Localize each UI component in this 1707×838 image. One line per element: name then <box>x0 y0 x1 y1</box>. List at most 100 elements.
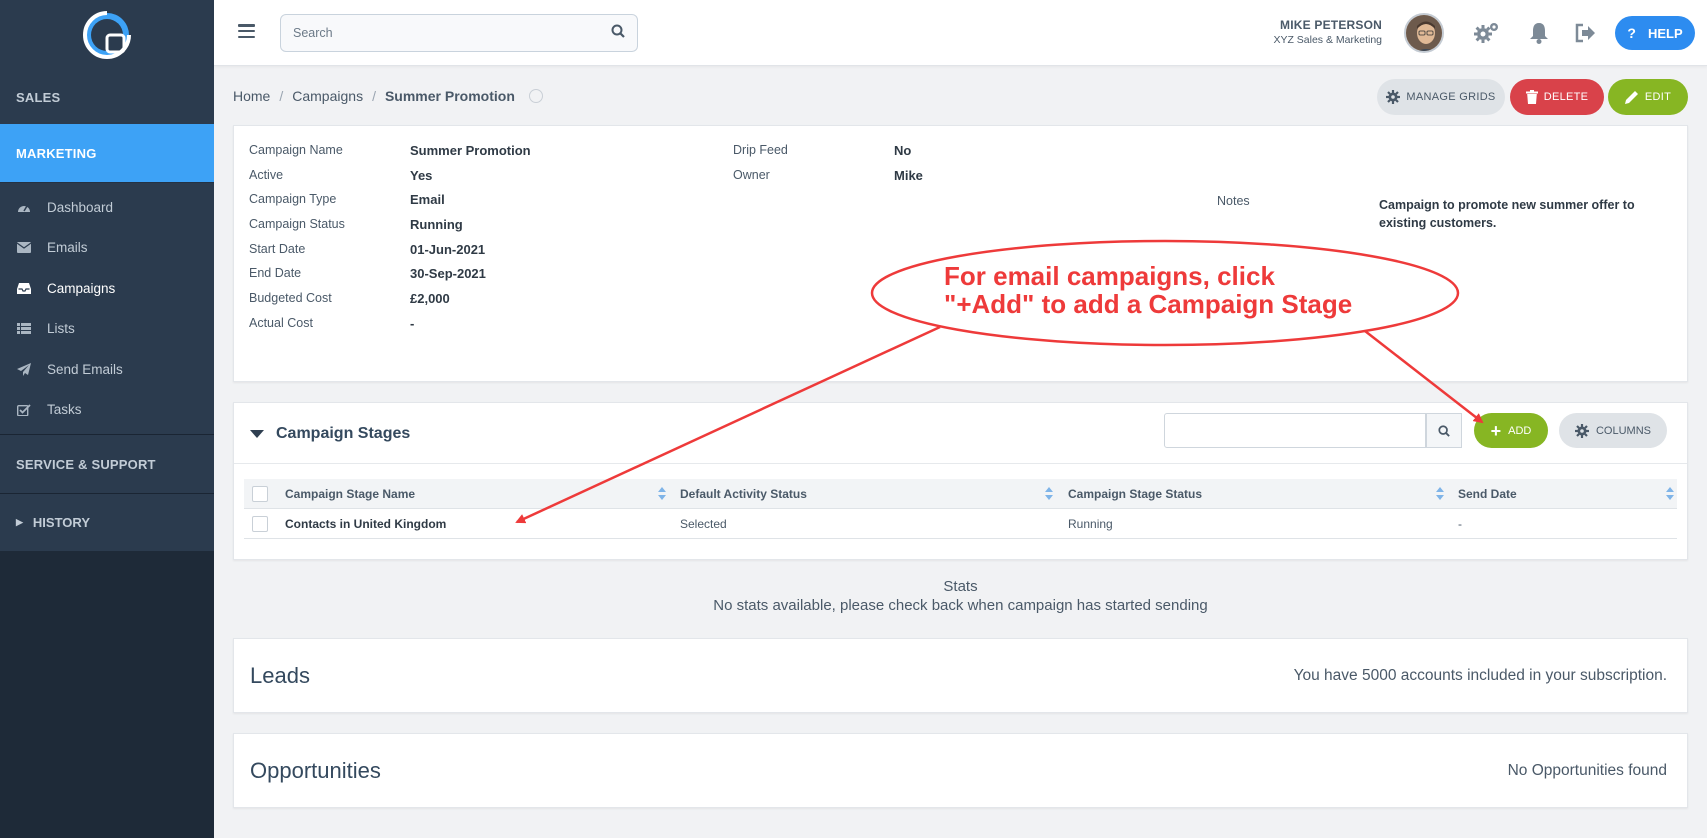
field-actual-value: - <box>410 316 415 331</box>
pencil-icon <box>1624 91 1638 104</box>
help-button[interactable]: ? HELP <box>1615 16 1695 50</box>
breadcrumb-home[interactable]: Home <box>233 88 270 104</box>
field-type-value: Email <box>410 192 445 207</box>
breadcrumb: Home / Campaigns / Summer Promotion <box>233 88 543 104</box>
plus-icon: + <box>1490 420 1502 441</box>
select-all-checkbox[interactable] <box>252 486 268 502</box>
field-active-label: Active <box>249 168 284 182</box>
sidebar-item-dashboard[interactable]: Dashboard <box>0 187 214 228</box>
logo-icon <box>83 11 131 59</box>
sidebar-item-label: Dashboard <box>47 199 114 215</box>
logo[interactable] <box>0 0 214 70</box>
field-drip-label: Drip Feed <box>733 143 788 157</box>
add-stage-button[interactable]: + ADD <box>1474 413 1548 448</box>
list-icon <box>16 322 32 336</box>
search-input[interactable] <box>293 26 611 40</box>
global-search <box>280 14 638 52</box>
leads-title: Leads <box>250 663 310 688</box>
trash-icon <box>1525 90 1538 104</box>
sidebar-item-campaigns[interactable]: Campaigns <box>0 268 214 309</box>
field-actual-label: Actual Cost <box>249 316 313 330</box>
field-notes-label: Notes <box>1217 194 1250 208</box>
manage-grids-label: MANAGE GRIDS <box>1406 91 1496 103</box>
field-end-value: 30-Sep-2021 <box>410 266 486 281</box>
column-header-default-activity[interactable]: Default Activity Status <box>680 487 807 501</box>
field-start-label: Start Date <box>249 242 306 256</box>
field-campaign-name-label: Campaign Name <box>249 143 343 157</box>
stage-name-cell[interactable]: Contacts in United Kingdom <box>285 517 446 531</box>
sidebar-section-marketing[interactable]: MARKETING <box>0 124 214 182</box>
envelope-icon <box>16 241 32 255</box>
sidebar-section-service[interactable]: SERVICE & SUPPORT <box>0 435 214 493</box>
campaign-stages-panel: Campaign Stages + ADD COLUMNS Campaign S… <box>233 402 1688 560</box>
sort-icon[interactable] <box>658 487 666 501</box>
leads-message: You have 5000 accounts included in your … <box>1293 667 1667 684</box>
stage-status-cell: Running <box>1068 517 1113 531</box>
sidebar-item-tasks[interactable]: Tasks <box>0 390 214 431</box>
stages-grid-header: Campaign Stage Name Default Activity Sta… <box>244 479 1677 509</box>
field-end-label: End Date <box>249 266 302 280</box>
leads-panel: Leads You have 5000 accounts included in… <box>233 638 1688 713</box>
sidebar-item-label: Campaigns <box>47 280 116 296</box>
inbox-icon <box>16 281 32 295</box>
user-info[interactable]: MIKE PETERSON XYZ Sales & Marketing <box>1273 18 1382 46</box>
sidebar-item-label: Lists <box>47 321 75 337</box>
field-owner-label: Owner <box>733 168 770 182</box>
history-clock-icon[interactable] <box>528 89 543 103</box>
columns-label: COLUMNS <box>1595 424 1651 437</box>
field-drip-value: No <box>894 143 912 158</box>
notifications-bell-icon[interactable] <box>1526 20 1552 46</box>
field-owner-value: Mike <box>894 168 923 183</box>
default-activity-cell: Selected <box>680 517 727 531</box>
column-header-stage-name[interactable]: Campaign Stage Name <box>285 487 415 501</box>
annotation-line-2: "+Add" to add a Campaign Stage <box>944 289 1353 319</box>
opportunities-panel: Opportunities No Opportunities found <box>233 733 1688 808</box>
search-icon[interactable] <box>611 24 625 43</box>
manage-grids-button[interactable]: MANAGE GRIDS <box>1377 79 1505 115</box>
field-budget-label: Budgeted Cost <box>249 291 332 305</box>
sort-icon[interactable] <box>1666 487 1674 501</box>
opportunities-title: Opportunities <box>250 758 381 783</box>
gear-icon <box>1574 423 1589 438</box>
settings-gears-icon[interactable] <box>1474 20 1500 46</box>
sort-icon[interactable] <box>1045 487 1053 501</box>
sort-icon[interactable] <box>1436 487 1444 501</box>
column-header-stage-status[interactable]: Campaign Stage Status <box>1068 487 1202 501</box>
columns-button[interactable]: COLUMNS <box>1559 413 1667 448</box>
send-date-cell: - <box>1458 517 1462 531</box>
field-campaign-name-value: Summer Promotion <box>410 143 531 158</box>
table-row[interactable]: Contacts in United Kingdom Selected Runn… <box>244 509 1677 539</box>
hamburger-menu-icon[interactable] <box>238 24 255 39</box>
avatar[interactable] <box>1404 13 1444 53</box>
sidebar-section-history[interactable]: ▶ HISTORY <box>0 493 214 551</box>
sidebar-section-sales[interactable]: SALES <box>0 70 214 124</box>
annotation-text: For email campaigns, click "+Add" to add… <box>944 262 1352 318</box>
caret-right-icon: ▶ <box>16 517 23 527</box>
marketing-subnav: Dashboard Emails Campaigns Lists Send Em… <box>0 182 214 434</box>
stats-title: Stats <box>943 578 978 595</box>
user-org: XYZ Sales & Marketing <box>1273 34 1382 46</box>
stages-search-button[interactable] <box>1426 413 1462 448</box>
search-icon <box>1438 424 1450 437</box>
field-status-label: Campaign Status <box>249 217 345 231</box>
column-header-send-date[interactable]: Send Date <box>1458 487 1517 501</box>
sign-out-icon[interactable] <box>1572 20 1598 46</box>
sidebar-item-label: Emails <box>47 240 88 256</box>
campaign-stages-title: Campaign Stages <box>276 425 411 442</box>
user-name: MIKE PETERSON <box>1280 18 1382 32</box>
delete-button[interactable]: DELETE <box>1510 79 1604 115</box>
breadcrumb-campaigns[interactable]: Campaigns <box>292 88 363 104</box>
row-checkbox[interactable] <box>252 516 268 532</box>
sidebar-item-emails[interactable]: Emails <box>0 228 214 269</box>
dashboard-icon <box>16 200 32 214</box>
opportunities-message: No Opportunities found <box>1507 762 1667 779</box>
stages-search-input[interactable] <box>1164 413 1426 448</box>
add-label: ADD <box>1508 424 1532 437</box>
collapse-caret-icon[interactable] <box>250 430 264 438</box>
edit-button[interactable]: EDIT <box>1608 79 1688 115</box>
sidebar-item-send-emails[interactable]: Send Emails <box>0 349 214 390</box>
sidebar-item-lists[interactable]: Lists <box>0 309 214 350</box>
field-start-value: 01-Jun-2021 <box>410 242 486 257</box>
gear-icon <box>1386 90 1401 104</box>
question-icon: ? <box>1627 25 1636 41</box>
